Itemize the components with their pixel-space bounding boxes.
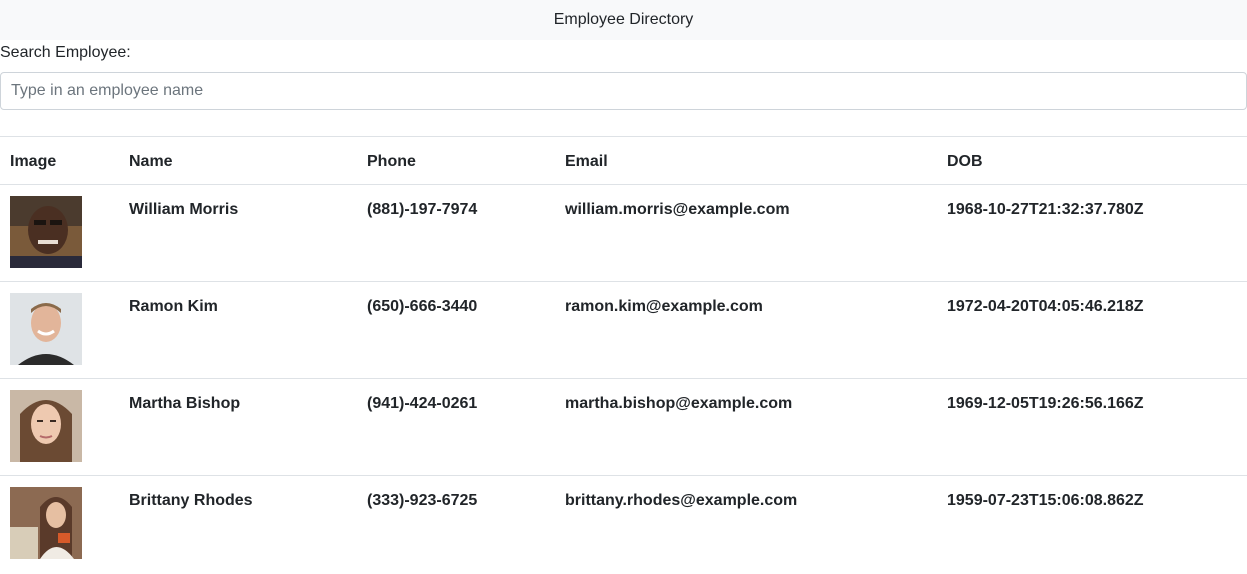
table-row: Ramon Kim (650)-666-3440 ramon.kim@examp… [0, 281, 1247, 379]
employee-name: Brittany Rhodes [119, 475, 357, 573]
employee-photo [10, 196, 82, 268]
employee-phone: (881)-197-7974 [357, 184, 555, 282]
employee-phone: (333)-923-6725 [357, 475, 555, 573]
column-header-email[interactable]: Email [555, 136, 937, 185]
employee-photo [10, 487, 82, 559]
image-cell [0, 475, 119, 573]
employee-phone: (941)-424-0261 [357, 378, 555, 476]
column-header-image[interactable]: Image [0, 136, 119, 185]
employee-dob: 1959-07-23T15:06:08.862Z [937, 475, 1247, 573]
employee-phone: (650)-666-3440 [357, 281, 555, 379]
employee-name: William Morris [119, 184, 357, 282]
employee-name: Martha Bishop [119, 378, 357, 476]
employee-photo [10, 293, 82, 365]
column-header-phone[interactable]: Phone [357, 136, 555, 185]
image-cell [0, 184, 119, 282]
employee-dob: 1968-10-27T21:32:37.780Z [937, 184, 1247, 282]
column-header-name[interactable]: Name [119, 136, 357, 185]
table-row: Brittany Rhodes (333)-923-6725 brittany.… [0, 475, 1247, 573]
employee-email: william.morris@example.com [555, 184, 937, 282]
employee-dob: 1972-04-20T04:05:46.218Z [937, 281, 1247, 379]
employee-email: martha.bishop@example.com [555, 378, 937, 476]
employee-email: ramon.kim@example.com [555, 281, 937, 379]
employee-name: Ramon Kim [119, 281, 357, 379]
image-cell [0, 281, 119, 379]
navbar: Employee Directory [0, 0, 1247, 40]
table-row: Martha Bishop (941)-424-0261 martha.bish… [0, 378, 1247, 476]
search-input[interactable] [0, 72, 1247, 110]
search-label: Search Employee: [0, 44, 131, 61]
page-title: Employee Directory [553, 11, 694, 28]
image-cell [0, 378, 119, 476]
column-header-dob[interactable]: DOB [937, 136, 1247, 185]
table-row: William Morris (881)-197-7974 william.mo… [0, 184, 1247, 282]
employee-photo [10, 390, 82, 462]
table-header-row: Image Name Phone Email DOB [0, 136, 1247, 185]
employee-dob: 1969-12-05T19:26:56.166Z [937, 378, 1247, 476]
employee-table: Image Name Phone Email DOB William Morri… [0, 136, 1247, 573]
employee-email: brittany.rhodes@example.com [555, 475, 937, 573]
